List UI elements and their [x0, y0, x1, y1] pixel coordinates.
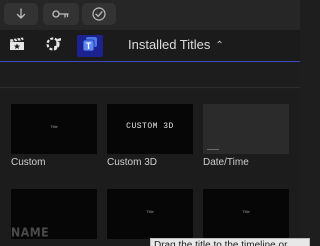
titles-browser-button[interactable]: T: [77, 35, 103, 57]
top-toolbar: [0, 0, 300, 30]
keyword-button[interactable]: [43, 3, 79, 25]
svg-text:T: T: [86, 41, 92, 51]
title-label-custom: Custom: [11, 157, 46, 168]
chevron-updown-icon: ⌃: [215, 40, 224, 51]
title-thumbnail-custom[interactable]: Title: [11, 104, 97, 154]
check-button[interactable]: [82, 3, 116, 25]
title-thumbnail[interactable]: Title: [203, 189, 289, 239]
title-thumbnail-custom-3d[interactable]: CUSTOM 3D: [107, 104, 193, 154]
thumbnail-text: CUSTOM 3D: [126, 122, 174, 131]
drag-hint-tooltip: Drag the title to the timeline or: [150, 238, 310, 246]
key-icon: [52, 9, 70, 19]
browser-title-label: Installed Titles: [128, 37, 211, 52]
title-label-custom-3d: Custom 3D: [107, 157, 158, 168]
thumbnail-text: Title: [242, 209, 250, 214]
photos-audio-browser-button[interactable]: [41, 35, 67, 57]
thumbnail-text: Title: [146, 209, 154, 214]
media-browser-button[interactable]: [4, 35, 30, 57]
thumbnail-text: NAME: [11, 225, 50, 239]
clapper-icon: [9, 37, 25, 56]
titles-icon: T: [81, 36, 99, 57]
photos-music-icon: [45, 36, 63, 57]
sub-toolbar: [0, 62, 300, 88]
title-thumbnail-date-time[interactable]: [203, 104, 289, 154]
date-line-decoration: [207, 149, 219, 150]
download-icon: [15, 8, 27, 20]
title-label-date-time: Date/Time: [203, 157, 249, 168]
title-thumbnail[interactable]: Title: [107, 189, 193, 239]
titles-grid: Title Custom CUSTOM 3D Custom 3D Date/Ti…: [0, 89, 300, 246]
installed-titles-popup[interactable]: Installed Titles ⌃: [128, 37, 224, 52]
thumbnail-text: Title: [50, 124, 58, 129]
title-thumbnail-name[interactable]: NAME: [11, 189, 97, 239]
download-button[interactable]: [4, 3, 38, 25]
checkmark-circle-icon: [92, 7, 106, 21]
